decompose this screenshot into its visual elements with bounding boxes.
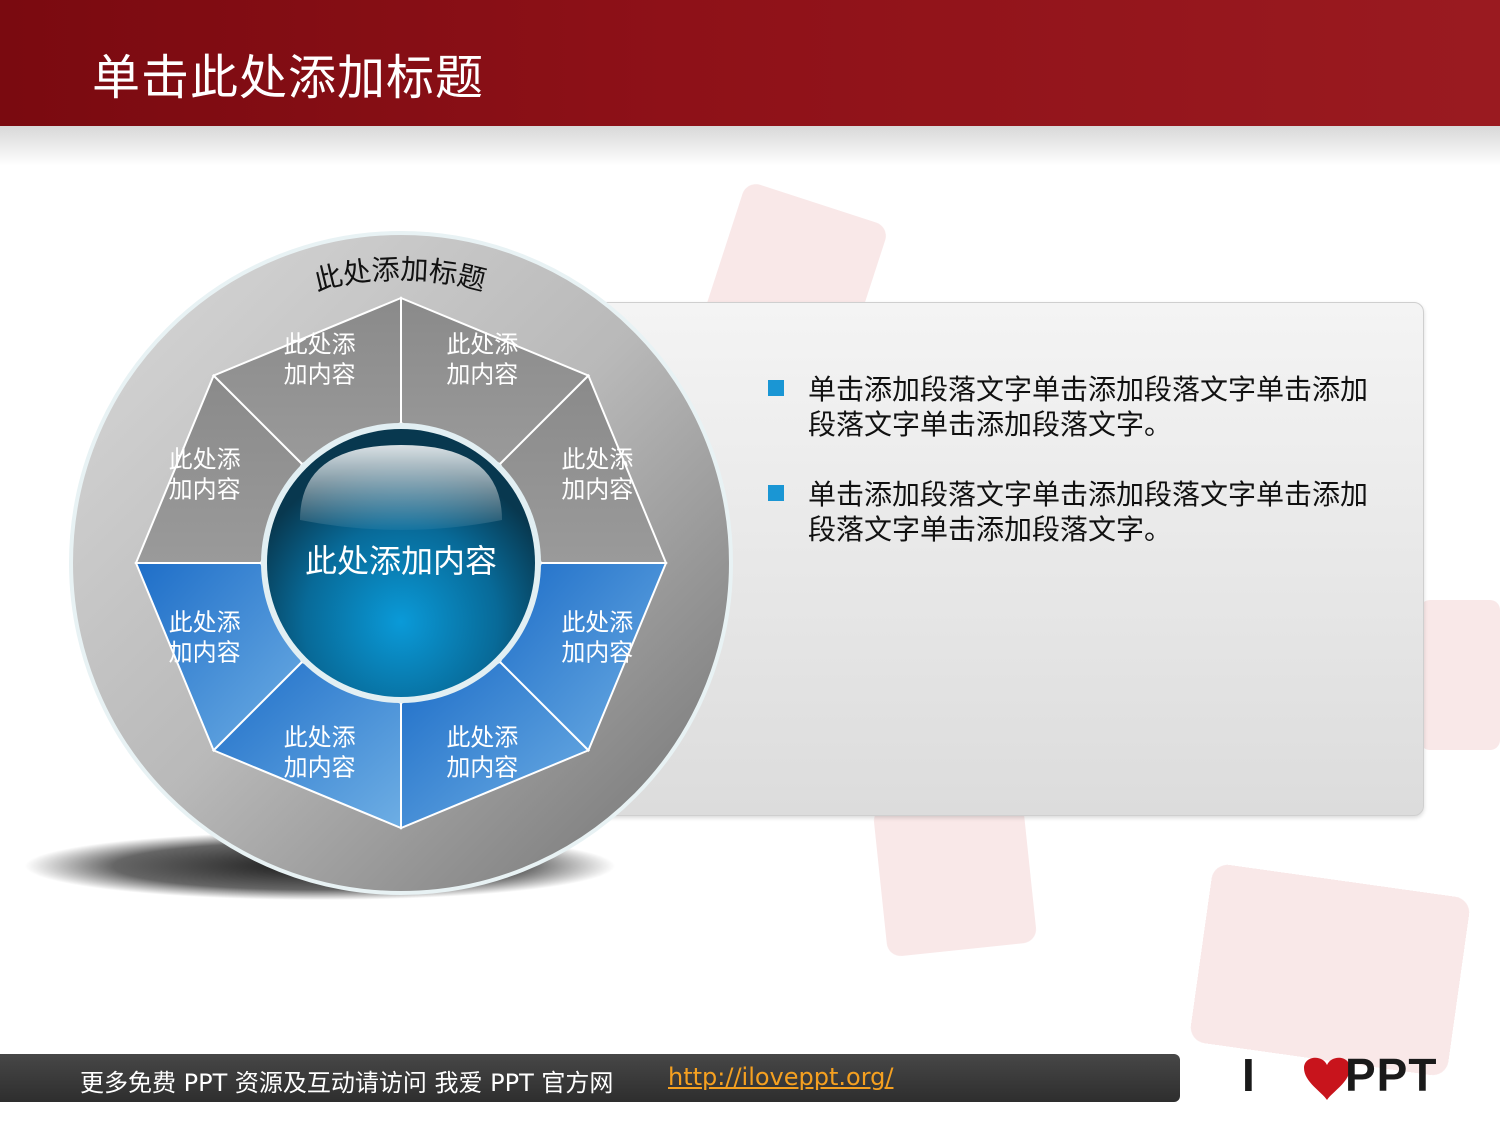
circular-diagram: 此处添加内容此处添加内容此处添加内容此处添加内容此处添加内容此处添加内容此处添加… — [25, 231, 733, 900]
brand-logo-text: PPT — [1345, 1049, 1438, 1101]
footer-link[interactable]: http://iloveppt.org/ — [668, 1063, 893, 1091]
center-label[interactable]: 此处添加内容 — [305, 542, 497, 580]
footer-text: 更多免费 PPT 资源及互动请访问 我爱 PPT 官方网 — [80, 1069, 614, 1097]
